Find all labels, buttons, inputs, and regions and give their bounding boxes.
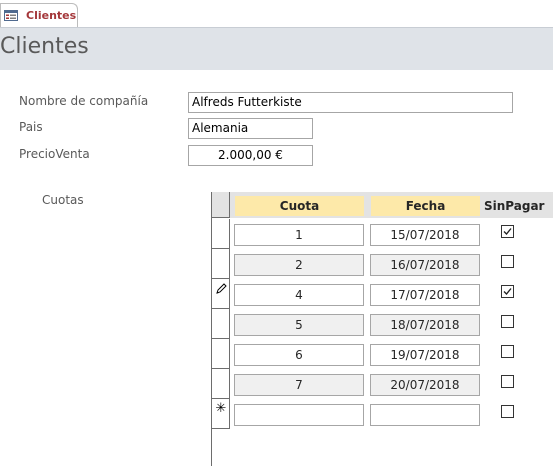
fecha-cell[interactable]: 20/07/2018 (370, 374, 480, 396)
fecha-cell[interactable]: 19/07/2018 (370, 344, 480, 366)
cuota-cell[interactable]: 5 (234, 314, 364, 336)
cuotas-subform: Cuota Fecha SinPagar 1 15/07/2018 2 16/07/2… (211, 192, 553, 466)
record-selector[interactable] (212, 279, 230, 309)
tab-label: Clientes (26, 9, 77, 22)
column-header-fecha[interactable]: Fecha (371, 196, 480, 216)
fecha-cell[interactable]: 17/07/2018 (370, 284, 480, 306)
cuota-cell[interactable]: 2 (234, 254, 364, 276)
cuota-cell[interactable]: 1 (234, 224, 364, 246)
tab-clientes[interactable]: Clientes (0, 3, 78, 29)
cuota-cell[interactable]: 7 (234, 374, 364, 396)
select-all-button[interactable] (212, 192, 230, 218)
form-title: Clientes (0, 34, 89, 59)
new-cuota-cell[interactable] (234, 404, 364, 426)
column-header-sinpagar[interactable]: SinPagar (484, 196, 544, 216)
column-header-cuota[interactable]: Cuota (235, 196, 364, 216)
sinpagar-checkbox[interactable] (501, 285, 514, 298)
cuota-cell[interactable]: 4 (234, 284, 364, 306)
record-selector[interactable] (212, 369, 230, 399)
document-tab-strip: Clientes (0, 0, 553, 29)
fecha-cell[interactable]: 18/07/2018 (370, 314, 480, 336)
record-selector[interactable] (212, 249, 230, 279)
sinpagar-checkbox[interactable] (501, 375, 514, 388)
pencil-icon (214, 282, 228, 296)
price-label: PrecioVenta (19, 147, 90, 161)
company-name-field[interactable]: Alfreds Futterkiste (188, 92, 513, 113)
record-selector[interactable] (212, 309, 230, 339)
form-header: Clientes (0, 27, 553, 70)
new-record-icon: ✳ (215, 401, 227, 416)
new-record-selector[interactable]: ✳ (212, 399, 230, 429)
country-field[interactable]: Alemania (188, 118, 313, 139)
country-label: Pais (19, 120, 43, 134)
sinpagar-checkbox[interactable] (501, 225, 514, 238)
company-name-label: Nombre de compañía (19, 94, 149, 108)
sinpagar-checkbox[interactable] (501, 345, 514, 358)
new-fecha-cell[interactable] (370, 404, 480, 426)
new-sinpagar-checkbox[interactable] (501, 405, 514, 418)
cuotas-subform-label: Cuotas (42, 193, 84, 207)
cuota-cell[interactable]: 6 (234, 344, 364, 366)
sinpagar-checkbox[interactable] (501, 315, 514, 328)
record-selector[interactable] (212, 339, 230, 369)
sinpagar-checkbox[interactable] (501, 255, 514, 268)
fecha-cell[interactable]: 16/07/2018 (370, 254, 480, 276)
record-selector[interactable] (212, 219, 230, 249)
form-icon (4, 10, 18, 21)
price-field[interactable]: 2.000,00 € (188, 145, 313, 166)
fecha-cell[interactable]: 15/07/2018 (370, 224, 480, 246)
